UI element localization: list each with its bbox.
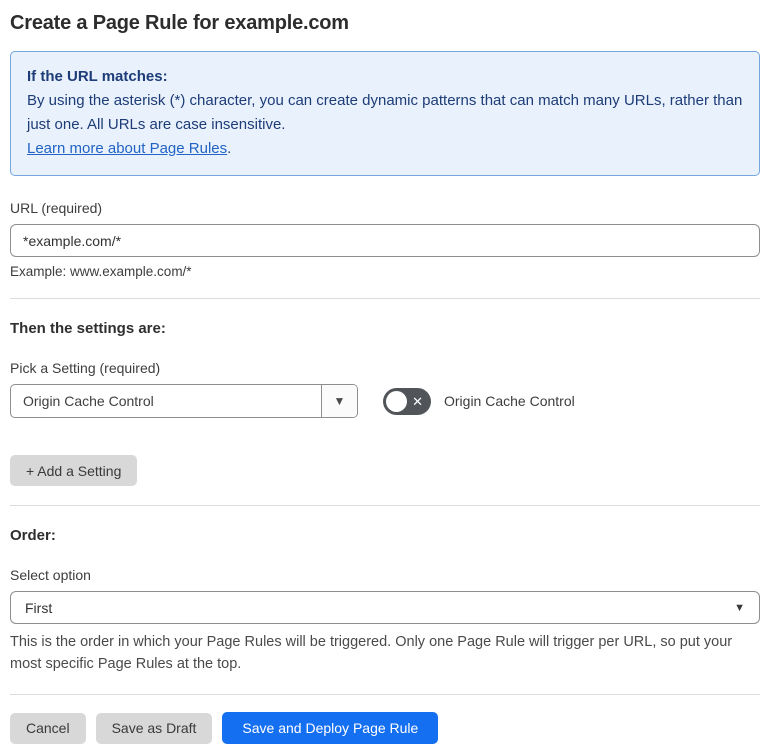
pick-setting-label: Pick a Setting (required) (10, 360, 161, 376)
add-setting-button[interactable]: + Add a Setting (10, 455, 138, 486)
setting-select-value: Origin Cache Control (23, 393, 154, 409)
order-select-value: First (25, 599, 53, 616)
settings-section-heading: Then the settings are: (10, 320, 166, 337)
info-box-body: By using the asterisk (*) character, you… (27, 92, 743, 133)
url-label: URL (required) (10, 200, 103, 216)
origin-cache-control-toggle[interactable]: ✕ (383, 387, 431, 415)
info-box-heading: If the URL matches: (27, 68, 168, 85)
divider (10, 694, 760, 695)
toggle-off-x-icon: ✕ (412, 393, 423, 409)
save-as-draft-button[interactable]: Save as Draft (95, 712, 213, 744)
url-example-hint: Example: www.example.com/* (10, 264, 192, 279)
info-link-line: Learn more about Page Rules. (27, 137, 743, 161)
caret-down-icon: ▼ (734, 601, 745, 614)
divider (10, 298, 760, 299)
toggle-label: Origin Cache Control (444, 393, 575, 409)
order-help-text: This is the order in which your Page Rul… (10, 634, 733, 672)
create-page-rule-form: Create a Page Rule for example.com If th… (0, 0, 770, 744)
save-and-deploy-button[interactable]: Save and Deploy Page Rule (222, 712, 439, 744)
chevron-down-icon[interactable]: ▼ (321, 385, 357, 417)
divider (10, 505, 760, 506)
setting-select[interactable]: Origin Cache Control ▼ (10, 384, 358, 418)
setting-row: Origin Cache Control ▼ ✕ Origin Cache Co… (10, 384, 760, 418)
url-match-info-box: If the URL matches: By using the asteris… (10, 51, 760, 176)
page-title: Create a Page Rule for example.com (10, 12, 349, 34)
order-select[interactable]: First ▼ (10, 591, 760, 624)
learn-more-link[interactable]: Learn more about Page Rules (27, 140, 227, 157)
link-suffix: . (227, 140, 232, 157)
order-section-heading: Order: (10, 527, 56, 544)
url-input[interactable] (10, 224, 760, 257)
cancel-button[interactable]: Cancel (10, 712, 86, 744)
footer-actions: Cancel Save as Draft Save and Deploy Pag… (10, 712, 760, 744)
toggle-knob (386, 390, 407, 412)
select-option-label: Select option (10, 567, 91, 583)
